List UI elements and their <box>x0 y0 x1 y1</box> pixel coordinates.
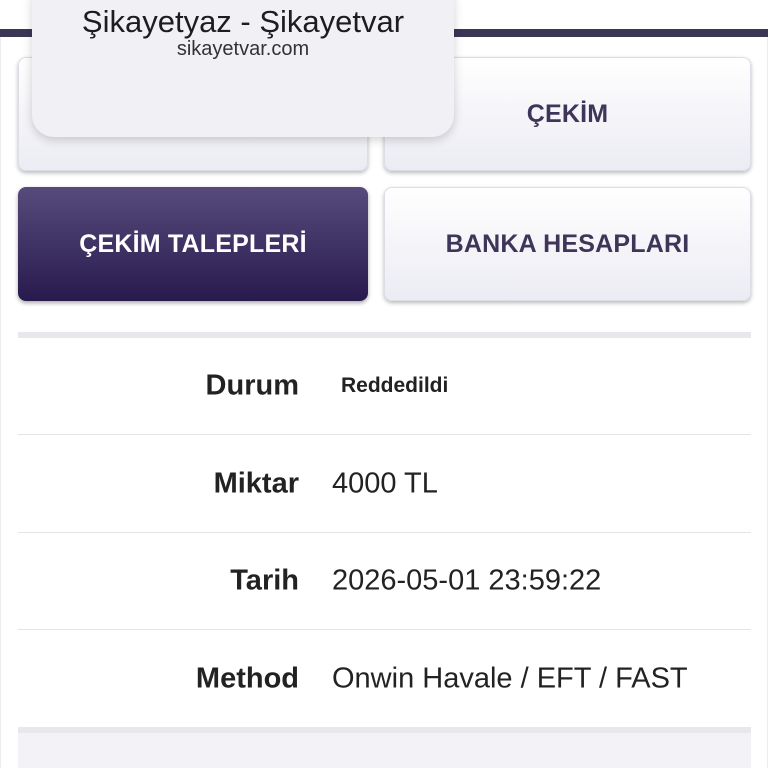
link-preview-popup[interactable]: Şikayetyaz - Şikayetvar sikayetvar.com <box>32 0 454 137</box>
bottom-panel <box>18 733 751 768</box>
popup-title: Şikayetyaz - Şikayetvar <box>81 4 405 39</box>
withdraw-requests-label: ÇEKİM TALEPLERİ <box>79 229 307 258</box>
withdraw-requests-button[interactable]: ÇEKİM TALEPLERİ <box>18 187 368 301</box>
detail-row-status: Durum Reddedildi <box>18 338 751 435</box>
status-value: Reddedildi <box>341 374 449 397</box>
amount-value: 4000 TL <box>332 467 438 500</box>
detail-label: Tarih <box>230 564 299 597</box>
detail-label: Durum <box>205 369 299 402</box>
popup-url: sikayetvar.com <box>176 38 310 60</box>
method-value: Onwin Havale / EFT / FAST <box>332 662 688 694</box>
withdraw-button-label: ÇEKİM <box>526 99 609 128</box>
detail-row-date: Tarih 2026-05-01 23:59:22 <box>18 533 751 630</box>
bank-accounts-button[interactable]: BANKA HESAPLARI <box>384 187 751 301</box>
detail-label: Miktar <box>213 467 299 500</box>
detail-row-method: Method Onwin Havale / EFT / FAST <box>18 630 751 727</box>
detail-row-amount: Miktar 4000 TL <box>18 436 751 533</box>
detail-label: Method <box>195 662 299 694</box>
bank-accounts-label: BANKA HESAPLARI <box>445 229 690 258</box>
date-value: 2026-05-01 23:59:22 <box>332 564 602 597</box>
